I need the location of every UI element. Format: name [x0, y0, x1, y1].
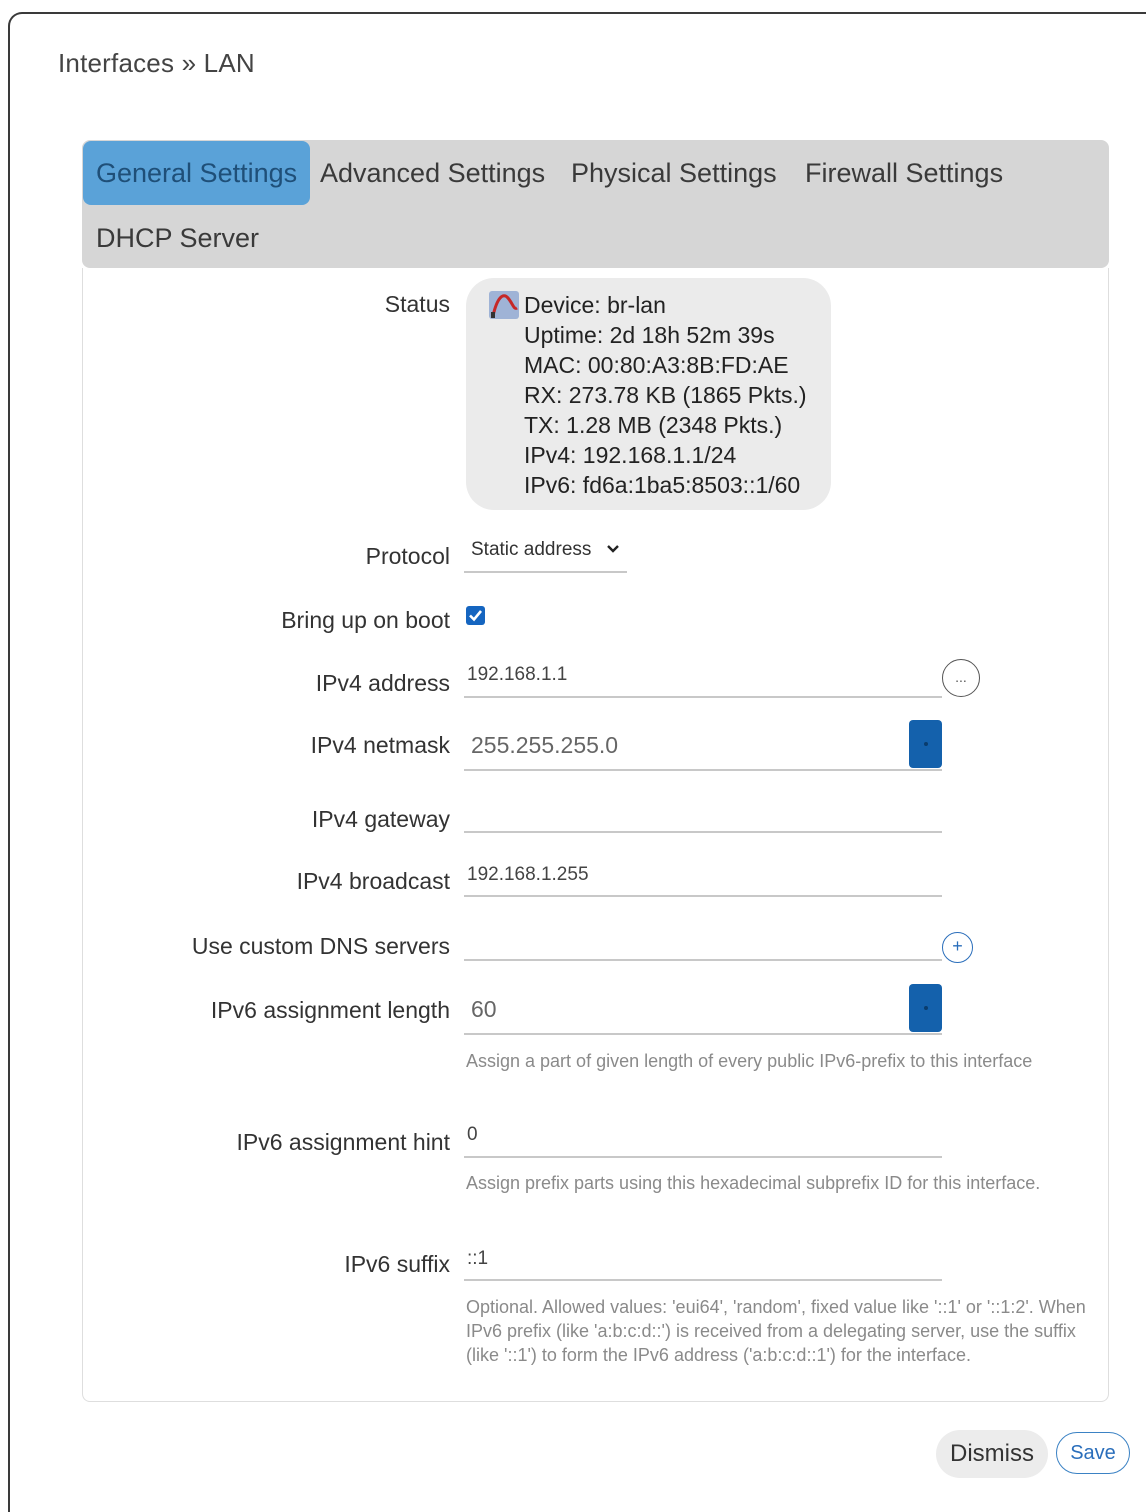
ipv6-assign-hint-input[interactable]: [464, 1156, 942, 1158]
status-ipv6: IPv6: fd6a:1ba5:8503::1/60: [524, 472, 801, 498]
dns-input[interactable]: [464, 959, 942, 961]
tab-firewall-settings[interactable]: Firewall Settings: [792, 141, 1016, 205]
boot-checkbox[interactable]: [466, 606, 485, 625]
ipv6-suffix-input[interactable]: [464, 1279, 942, 1281]
ipv6-suffix-label: IPv6 suffix: [344, 1251, 450, 1277]
tab-general-settings[interactable]: General Settings: [83, 141, 311, 205]
ipv4-address-more-button[interactable]: ...: [942, 659, 980, 697]
top-edge: [0, 0, 1146, 12]
ipv6-assign-length-input[interactable]: [464, 1033, 942, 1035]
ipv4-netmask-dropdown-button[interactable]: [909, 720, 942, 768]
ipv6-assign-hint-help: Assign prefix parts using this hexadecim…: [466, 1173, 1041, 1193]
ipv6-suffix-value: ::1: [467, 1248, 489, 1269]
status-device: Device: br-lan: [524, 292, 666, 318]
network-device-icon: [488, 290, 520, 320]
ipv4-netmask-input[interactable]: [464, 769, 942, 771]
protocol-value: Static address: [471, 539, 592, 560]
status-box: Device: br-lan Uptime: 2d 18h 52m 39s MA…: [466, 278, 831, 510]
boot-label: Bring up on boot: [281, 607, 450, 633]
ipv6-assign-hint-label: IPv6 assignment hint: [236, 1129, 450, 1155]
ipv4-gateway-label: IPv4 gateway: [311, 806, 450, 832]
ipv6-assign-length-help: Assign a part of given length of every p…: [466, 1051, 1033, 1071]
ipv4-broadcast-label: IPv4 broadcast: [296, 868, 450, 894]
status-label: Status: [384, 291, 450, 317]
tab-dhcp-server[interactable]: DHCP Server: [83, 206, 272, 270]
ipv6-suffix-help: Optional. Allowed values: 'eui64', 'rand…: [466, 1297, 1086, 1365]
page-title: Interfaces » LAN: [58, 48, 255, 78]
ipv4-address-input[interactable]: [464, 696, 942, 698]
add-dns-button[interactable]: +: [942, 932, 973, 963]
ipv4-broadcast-value: 192.168.1.255: [467, 864, 589, 885]
ipv4-netmask-value: 255.255.255.0: [471, 732, 619, 758]
ipv6-assign-hint-value: 0: [467, 1124, 478, 1145]
status-uptime: Uptime: 2d 18h 52m 39s: [524, 322, 775, 348]
ipv4-broadcast-input[interactable]: [464, 895, 942, 897]
ipv4-netmask-label: IPv4 netmask: [310, 732, 450, 758]
chevron-down-icon: [605, 541, 621, 557]
tab-physical-settings[interactable]: Physical Settings: [558, 141, 790, 205]
protocol-label: Protocol: [365, 543, 450, 569]
dismiss-button[interactable]: Dismiss: [936, 1430, 1048, 1478]
protocol-select[interactable]: Static address: [464, 537, 627, 573]
ipv6-assign-length-dropdown-button[interactable]: [909, 984, 942, 1032]
status-details: Device: br-lan Uptime: 2d 18h 52m 39s MA…: [524, 290, 807, 500]
status-tx: TX: 1.28 MB (2348 Pkts.): [524, 412, 783, 438]
status-mac: MAC: 00:80:A3:8B:FD:AE: [524, 352, 789, 378]
dns-label: Use custom DNS servers: [191, 933, 450, 959]
status-ipv4: IPv4: 192.168.1.1/24: [524, 442, 737, 468]
save-button[interactable]: Save: [1056, 1432, 1130, 1474]
ipv6-assign-length-label: IPv6 assignment length: [210, 997, 450, 1023]
tab-bar: General Settings Advanced Settings Physi…: [82, 140, 1109, 268]
ipv4-gateway-input[interactable]: [464, 831, 942, 833]
ipv4-address-value: 192.168.1.1: [467, 664, 568, 685]
tab-advanced-settings[interactable]: Advanced Settings: [307, 141, 558, 205]
ipv6-assign-length-value: 60: [471, 996, 497, 1022]
ipv4-address-label: IPv4 address: [315, 670, 450, 696]
status-rx: RX: 273.78 KB (1865 Pkts.): [524, 382, 807, 408]
